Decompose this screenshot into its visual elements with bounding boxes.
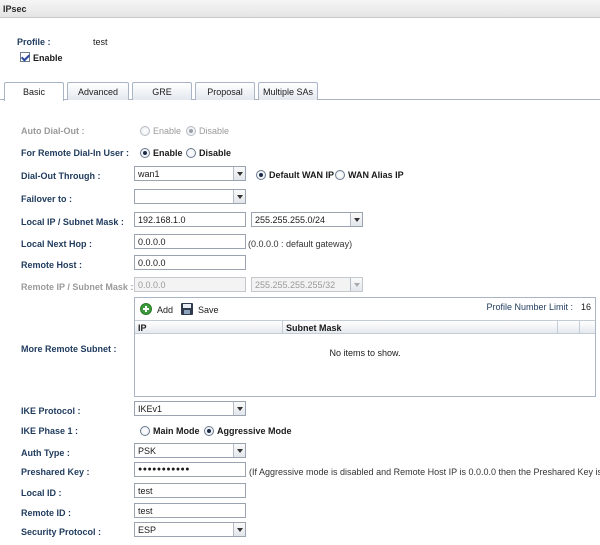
ike-protocol-label: IKE Protocol :	[21, 406, 81, 416]
preshared-key-input[interactable]: ●●●●●●●●●●●	[134, 462, 246, 477]
auto-dialout-enable-radio[interactable]	[140, 126, 150, 136]
tab-proposal[interactable]: Proposal	[195, 82, 255, 100]
tab-gre[interactable]: GRE	[132, 82, 192, 100]
local-ip-input[interactable]: 192.168.1.0	[134, 212, 246, 227]
auto-dialout-label: Auto Dial-Out :	[21, 126, 85, 136]
enable-label: Enable	[33, 53, 63, 63]
dialout-through-select[interactable]: wan1	[134, 166, 246, 181]
remote-ip-label: Remote IP / Subnet Mask :	[21, 282, 134, 292]
failover-label: Failover to :	[21, 194, 73, 204]
local-mask-select[interactable]: 255.255.255.0/24	[251, 212, 363, 227]
chevron-down-icon	[233, 523, 245, 536]
add-icon	[140, 303, 152, 315]
preshared-key-hint: (If Aggressive mode is disabled and Remo…	[249, 467, 600, 477]
dialout-through-label: Dial-Out Through :	[21, 171, 101, 181]
auto-dialout-disable-radio[interactable]	[186, 126, 196, 136]
local-next-hop-label: Local Next Hop :	[21, 239, 93, 249]
auto-dialout-disable-text: Disable	[199, 126, 230, 136]
save-button-label: Save	[198, 305, 219, 315]
remote-id-label: Remote ID :	[21, 508, 72, 518]
col-action-1	[558, 321, 580, 334]
remote-mask-select[interactable]: 255.255.255.255/32	[251, 277, 363, 292]
failover-select[interactable]	[134, 189, 246, 204]
dialout-through-value: wan1	[138, 169, 160, 179]
grid-empty-text: No items to show.	[329, 348, 401, 358]
main-mode-text: Main Mode	[153, 426, 200, 436]
local-id-label: Local ID :	[21, 488, 62, 498]
auto-dialout-enable-text: Enable	[153, 126, 182, 136]
remote-id-input[interactable]: test	[134, 503, 246, 518]
add-button[interactable]: Add	[135, 298, 175, 320]
remote-dialin-enable-radio[interactable]	[140, 148, 150, 158]
auth-type-value: PSK	[138, 446, 157, 456]
chevron-down-icon	[350, 213, 362, 226]
remote-host-label: Remote Host :	[21, 260, 83, 270]
ike-protocol-select[interactable]: IKEv1	[134, 401, 246, 416]
main-mode-radio[interactable]	[140, 426, 150, 436]
aggressive-mode-text: Aggressive Mode	[217, 426, 292, 436]
chevron-down-icon	[233, 167, 245, 180]
grid-toolbar: Add Save Profile Number Limit : 16	[135, 298, 595, 320]
auth-type-select[interactable]: PSK	[134, 443, 246, 458]
default-wan-ip-text: Default WAN IP	[269, 170, 335, 180]
tab-multiple-sas[interactable]: Multiple SAs	[258, 82, 318, 100]
wan-alias-ip-radio[interactable]	[335, 170, 345, 180]
profile-label: Profile :	[17, 37, 51, 47]
chevron-down-icon	[233, 402, 245, 415]
remote-dialin-disable-text: Disable	[199, 148, 232, 158]
profile-limit-value: 16	[580, 302, 591, 312]
remote-mask-value: 255.255.255.255/32	[255, 280, 336, 290]
profile-value: test	[93, 37, 108, 47]
local-mask-value: 255.255.255.0/24	[255, 215, 326, 225]
default-wan-ip-radio[interactable]	[256, 170, 266, 180]
remote-dialin-disable-radio[interactable]	[186, 148, 196, 158]
chevron-down-icon	[233, 444, 245, 457]
enable-checkbox[interactable]	[20, 52, 30, 62]
col-ip[interactable]: IP	[135, 321, 283, 334]
col-subnet-mask[interactable]: Subnet Mask	[283, 321, 558, 334]
security-protocol-label: Security Protocol :	[21, 527, 102, 537]
grid-header: IP Subnet Mask	[135, 320, 595, 334]
security-protocol-select[interactable]: ESP	[134, 522, 246, 537]
col-action-2	[580, 321, 595, 334]
tab-advanced[interactable]: Advanced	[67, 82, 129, 100]
local-next-hop-input[interactable]: 0.0.0.0	[134, 234, 246, 249]
auth-type-label: Auth Type :	[21, 448, 70, 458]
local-ip-label: Local IP / Subnet Mask :	[21, 217, 124, 227]
tab-basic[interactable]: Basic	[4, 82, 64, 101]
remote-ip-input[interactable]: 0.0.0.0	[134, 277, 246, 292]
remote-host-input[interactable]: 0.0.0.0	[134, 255, 246, 270]
ike-phase1-label: IKE Phase 1 :	[21, 426, 79, 436]
profile-limit-label: Profile Number Limit :	[486, 302, 573, 312]
aggressive-mode-radio[interactable]	[204, 426, 214, 436]
local-next-hop-hint: (0.0.0.0 : default gateway)	[248, 239, 353, 249]
save-icon	[181, 303, 193, 315]
window-title: IPsec	[0, 0, 600, 18]
preshared-key-label: Preshared Key :	[21, 467, 90, 477]
add-button-label: Add	[157, 305, 174, 315]
local-id-input[interactable]: test	[134, 483, 246, 498]
save-button[interactable]: Save	[177, 298, 221, 320]
more-remote-subnet-label: More Remote Subnet :	[21, 344, 117, 354]
chevron-down-icon	[233, 190, 245, 203]
wan-alias-ip-text: WAN Alias IP	[348, 170, 404, 180]
security-protocol-value: ESP	[138, 525, 157, 535]
ike-protocol-value: IKEv1	[138, 404, 163, 414]
remote-dialin-enable-text: Enable	[153, 148, 183, 158]
remote-dialin-label: For Remote Dial-In User :	[21, 148, 130, 158]
remote-subnet-grid: Add Save Profile Number Limit : 16 IP Su…	[134, 297, 596, 397]
chevron-down-icon	[350, 278, 362, 291]
